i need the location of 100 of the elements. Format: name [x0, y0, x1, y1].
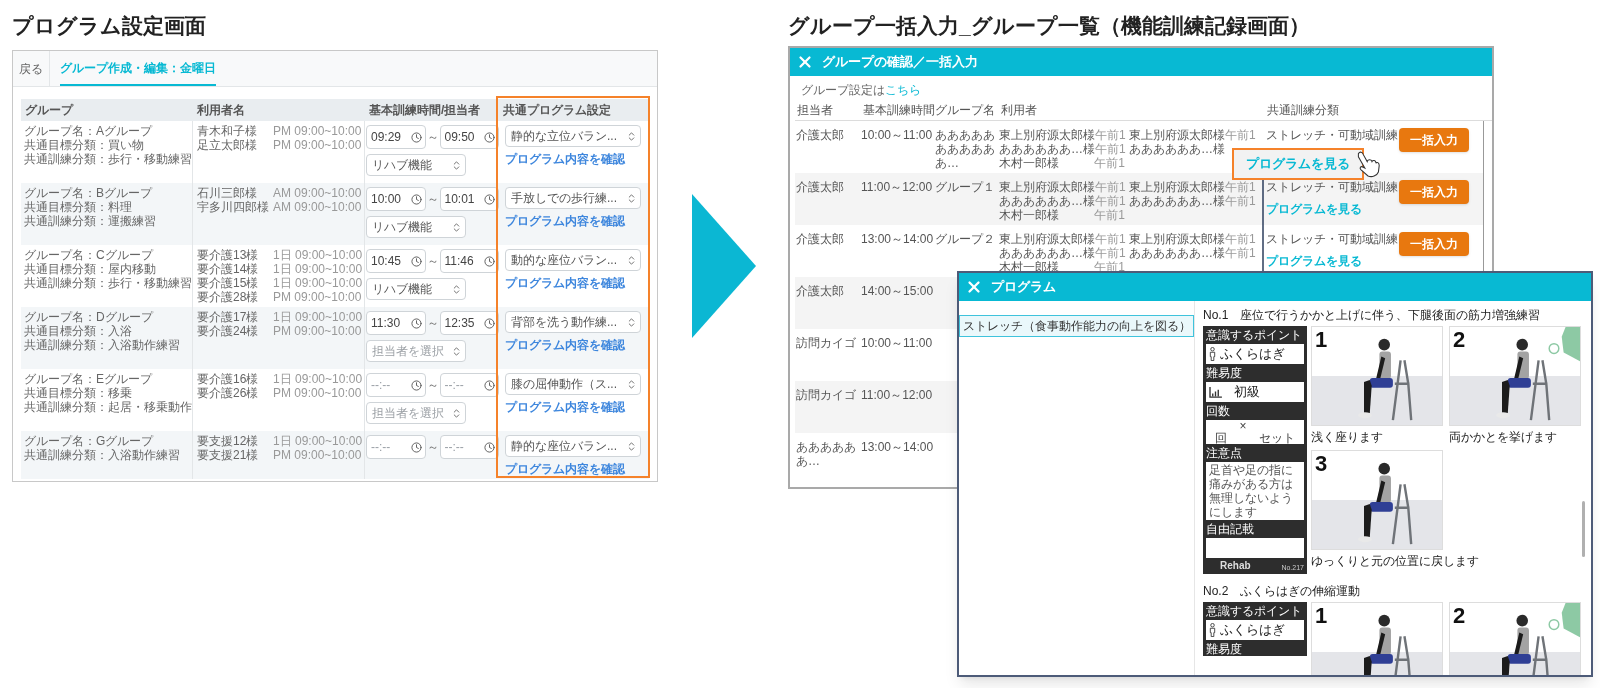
program-select[interactable]: 静的な立位バラン... [505, 125, 641, 147]
callout-link[interactable]: プログラムを見る [1232, 148, 1364, 180]
group-cell-text: グループ２ [934, 232, 996, 246]
close-icon[interactable] [965, 278, 983, 296]
group-info: 共通訓練分類：運搬練習 [24, 214, 157, 228]
time-field[interactable]: 10:45 [366, 249, 426, 273]
time-field[interactable]: 11:46 [439, 249, 499, 273]
caution-text: 足首や足の指に痛みがある方は無理しないようにします [1206, 462, 1304, 520]
bulk-input-button[interactable]: 一括入力 [1399, 180, 1469, 204]
time-field[interactable]: 10:00 [366, 187, 426, 211]
program-details-link[interactable]: プログラム内容を確認 [505, 212, 625, 230]
bulk-input-button[interactable]: 一括入力 [1399, 232, 1469, 256]
time-cell-text: 14:00～15:00 [861, 284, 933, 300]
staff-select[interactable]: リハブ機能 [366, 216, 466, 238]
column-header: グループ名 [934, 101, 996, 119]
range-separator: ～ [426, 377, 439, 394]
program-link[interactable]: プログラムを見る [1266, 202, 1362, 216]
clock-icon [410, 255, 422, 267]
program-select[interactable]: 膝の屈伸動作（ス... [505, 373, 641, 395]
user-time: 1日 09:00~10:00 [273, 372, 363, 386]
user-name: 木村一郎様 [999, 208, 1059, 222]
updown-icon [451, 345, 462, 357]
tab[interactable]: グループ作成・編集：金曜日 [60, 51, 216, 86]
close-icon[interactable] [796, 53, 814, 71]
user-name: ああああああ…様 [1129, 194, 1225, 208]
staff-select[interactable]: 担当者を選択 [366, 402, 466, 424]
point-value: ふくらはぎ [1220, 345, 1285, 364]
time-cell-text: 13:00～14:00 [861, 232, 933, 248]
scrollbar[interactable] [1582, 501, 1585, 557]
window-title: グループの確認／一括入力 [822, 53, 978, 72]
time-field[interactable]: --:-- [366, 373, 426, 397]
updown-icon [451, 283, 462, 295]
staff-select[interactable]: リハブ機能 [366, 278, 466, 300]
arrow-icon [692, 194, 756, 338]
user-time: PM 09:00~10:00 [273, 290, 362, 304]
program-select[interactable]: 手放しでの歩行練... [505, 187, 641, 209]
program-details-link[interactable]: プログラム内容を確認 [505, 274, 625, 292]
user-time: AM 09:00~10:00 [273, 186, 362, 200]
program-select[interactable]: 動的な座位バラン... [505, 249, 641, 271]
user-name: 東上別府源太郎様 [999, 128, 1095, 142]
clock-icon [484, 193, 495, 205]
program-details-link[interactable]: プログラム内容を確認 [505, 398, 625, 416]
person-icon [1209, 623, 1216, 637]
program-select[interactable]: 静的な座位バラン... [505, 435, 641, 457]
time-field[interactable]: 09:29 [366, 125, 426, 149]
section-title: プログラム設定画面 [12, 13, 206, 39]
user-time: 午前1 [1095, 142, 1127, 156]
settings-link[interactable]: こちら [885, 81, 921, 99]
program-details-link[interactable]: プログラム内容を確認 [505, 460, 625, 478]
user-name: 要介護26様 [197, 386, 260, 400]
group-info: 共通目標分類：入浴 [24, 324, 133, 338]
window-title: プログラム [991, 278, 1056, 297]
time-field[interactable]: 09:50 [439, 125, 499, 149]
bulk-input-button[interactable]: 一括入力 [1399, 128, 1469, 152]
step-number: 3 [1315, 450, 1328, 478]
time-field[interactable]: 11:30 [366, 311, 426, 335]
user-time: 午前1 [1094, 156, 1126, 170]
time-field[interactable]: --:-- [366, 435, 426, 459]
user-name: 要介護13様 [197, 248, 260, 262]
staff-select[interactable]: 担当者を選択 [366, 340, 466, 362]
panel-label: 難易度 [1206, 642, 1243, 656]
person-icon [1209, 347, 1216, 361]
count-unit: セット [1258, 432, 1295, 444]
user-time: 午前1 [1225, 232, 1257, 246]
user-name: 東上別府源太郎様 [999, 232, 1095, 246]
user-time: 午前1 [1225, 128, 1257, 142]
program-link[interactable]: プログラムを見る [1266, 254, 1362, 268]
program-details-link[interactable]: プログラム内容を確認 [505, 150, 625, 168]
panel-label: 意識するポイント [1206, 604, 1303, 618]
time-cell-text: 11:00～12:00 [861, 388, 933, 404]
user-name: 足立太郎様 [197, 138, 258, 152]
step-number: 2 [1453, 602, 1466, 630]
user-time: 午前1 [1095, 128, 1127, 142]
clock-icon [410, 317, 422, 329]
group-info: グループ名：Aグループ [24, 124, 154, 138]
sidebar-item[interactable]: ストレッチ（食事動作能力の向上を図る） [959, 315, 1194, 337]
step-caption: ゆっくりと元の位置に戻します [1311, 554, 1479, 568]
group-info: 共通訓練分類：歩行・移動練習 [24, 276, 192, 290]
section-title: グループ一括入力_グループ一覧（機能訓練記録画面） [788, 13, 1310, 39]
time-field[interactable]: 12:35 [439, 311, 499, 335]
staff-select[interactable]: リハブ機能 [366, 154, 466, 176]
time-field[interactable]: --:-- [439, 435, 499, 459]
notes-field[interactable] [1206, 538, 1304, 558]
clock-icon [484, 317, 495, 329]
step-number: 2 [1453, 326, 1466, 354]
user-time: 1日 09:00~10:00 [273, 262, 363, 276]
time-field[interactable]: --:-- [439, 373, 499, 397]
program-select[interactable]: 背部を洗う動作練... [505, 311, 641, 333]
time-field[interactable]: 10:01 [439, 187, 499, 211]
category-cell: ストレッチ・可動域訓練 [1266, 232, 1398, 246]
back-button[interactable]: 戻る [13, 51, 50, 86]
step-caption: 両かかとを挙げます [1449, 430, 1557, 444]
user-name: 東上別府源太郎様 [999, 180, 1095, 194]
user-time: PM 09:00~10:00 [273, 124, 362, 138]
clock-icon [410, 193, 422, 205]
range-separator: ～ [426, 315, 439, 332]
group-info: 共通目標分類：移乗 [24, 386, 133, 400]
program-details-link[interactable]: プログラム内容を確認 [505, 336, 625, 354]
staff-cell-text: 介護太郎 [795, 284, 845, 298]
time-cell-text: 11:00～12:00 [861, 180, 933, 196]
